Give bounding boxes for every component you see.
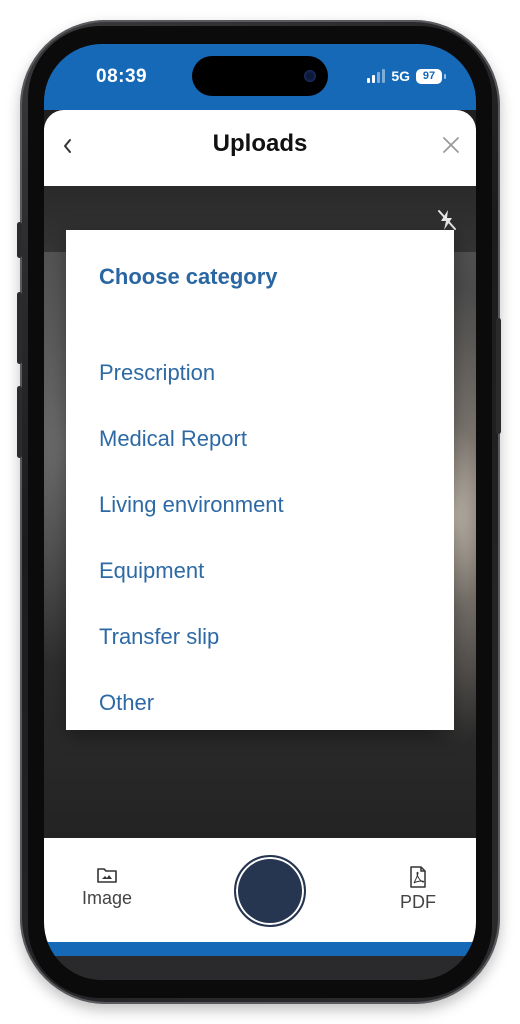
pdf-button[interactable]: PDF — [400, 866, 436, 913]
bottom-toolbar: Image PDF — [44, 838, 476, 942]
page-title: Uploads — [212, 130, 308, 157]
dynamic-island — [192, 56, 328, 96]
image-label: Image — [82, 888, 133, 908]
category-dialog: Choose category Prescription Medical Rep… — [66, 230, 454, 730]
option-prescription[interactable]: Prescription — [99, 360, 215, 386]
status-bar: 08:39 5G 97 — [44, 44, 476, 110]
folder-image-icon — [97, 868, 117, 883]
signal-strength-icon — [367, 69, 386, 83]
option-equipment[interactable]: Equipment — [99, 558, 204, 584]
status-time: 08:39 — [96, 66, 148, 87]
network-type: 5G — [391, 68, 410, 84]
option-other[interactable]: Other — [99, 690, 154, 716]
front-camera-icon — [304, 70, 316, 82]
option-medical-report[interactable]: Medical Report — [99, 426, 247, 452]
screen: 08:39 5G 97 Uploads Choose category Pres… — [44, 44, 476, 980]
volume-down-button — [17, 386, 22, 458]
battery-icon: 97 — [416, 68, 446, 84]
shutter-button[interactable] — [234, 855, 306, 927]
option-living-environment[interactable]: Living environment — [99, 492, 284, 518]
pdf-file-icon — [410, 866, 426, 888]
flash-off-icon[interactable] — [436, 208, 458, 232]
app-header: Uploads — [44, 110, 476, 186]
action-button — [17, 222, 22, 258]
image-button[interactable]: Image — [82, 866, 132, 909]
bottom-accent-bar — [44, 942, 476, 956]
status-indicators: 5G 97 — [367, 68, 446, 84]
close-icon — [443, 137, 459, 153]
pdf-label: PDF — [400, 892, 436, 912]
dialog-title: Choose category — [99, 264, 278, 289]
close-button[interactable] — [438, 132, 464, 158]
power-button — [496, 318, 501, 434]
option-transfer-slip[interactable]: Transfer slip — [99, 624, 219, 650]
home-indicator-area — [44, 956, 476, 980]
volume-up-button — [17, 292, 22, 364]
